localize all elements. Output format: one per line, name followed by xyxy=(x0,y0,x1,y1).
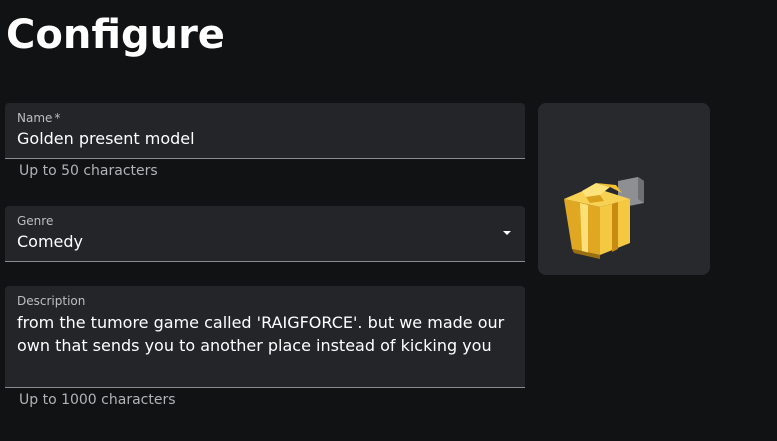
name-input[interactable]: Golden present model xyxy=(17,128,195,150)
description-field-label: Description xyxy=(17,294,86,308)
name-field-label: Name * xyxy=(17,111,60,125)
configure-page: Configure Name * Golden present model Up … xyxy=(0,0,777,441)
name-field[interactable]: Name * Golden present model xyxy=(5,103,525,159)
chevron-down-icon[interactable] xyxy=(503,231,511,235)
genre-selected-value: Comedy xyxy=(17,232,84,251)
required-marker: * xyxy=(54,111,61,125)
name-helper-text: Up to 50 characters xyxy=(19,163,158,179)
description-field[interactable]: Description from the tumore game called … xyxy=(5,286,525,388)
genre-select[interactable]: Genre Comedy xyxy=(5,206,525,262)
golden-present-icon xyxy=(564,177,644,259)
description-textarea[interactable]: from the tumore game called 'RAIGFORCE'.… xyxy=(17,311,517,357)
description-helper-text: Up to 1000 characters xyxy=(19,392,176,408)
name-label-text: Name xyxy=(17,111,53,125)
genre-field-label: Genre xyxy=(17,214,54,228)
model-preview xyxy=(538,103,710,275)
page-title: Configure xyxy=(6,12,225,58)
